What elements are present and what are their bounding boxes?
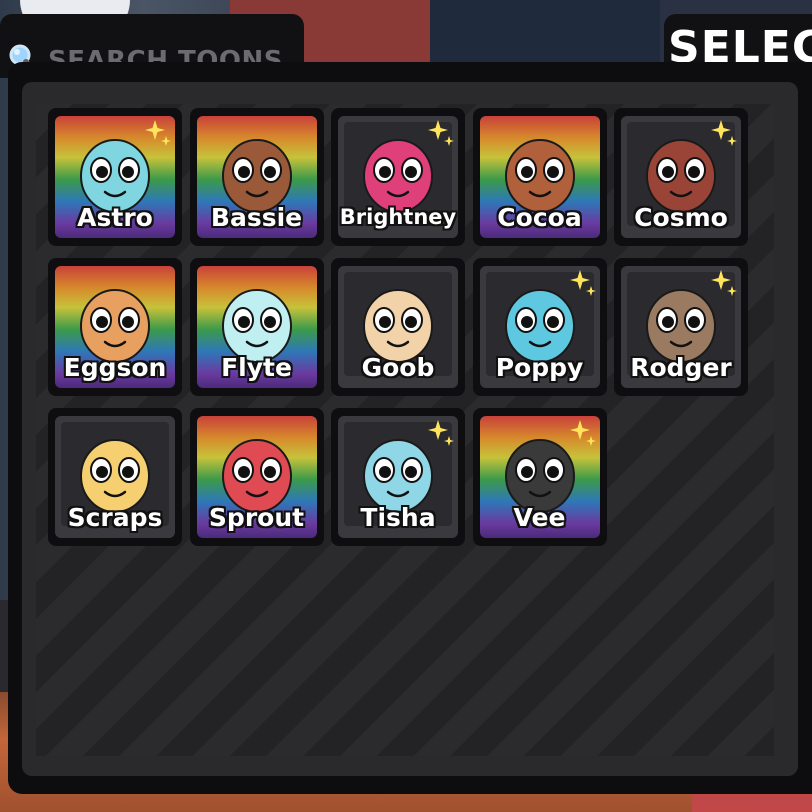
- toon-card-background: Brightney: [338, 116, 458, 238]
- toon-card-background: Scraps: [55, 416, 175, 538]
- toon-name: Poppy: [495, 353, 584, 382]
- toon-card-background: Tisha: [338, 416, 458, 538]
- sparkle-icon: [428, 420, 454, 446]
- toon-card-brightney[interactable]: Brightney: [331, 108, 465, 246]
- toon-card-cocoa[interactable]: Cocoa: [472, 108, 607, 246]
- sparkle-icon: [569, 270, 596, 296]
- panel-inner: Astro Bassie Brightney Cocoa Cosmo Eggson Flyt…: [22, 82, 798, 776]
- toon-name: Brightney: [339, 205, 457, 229]
- toon-name: Goob: [361, 353, 435, 382]
- sparkle-icon: [711, 120, 737, 146]
- toon-select-panel: Astro Bassie Brightney Cocoa Cosmo Eggson Flyt…: [8, 62, 812, 794]
- background-wall: [430, 0, 670, 70]
- toon-name: Rodger: [630, 353, 732, 382]
- toon-card-background: Eggson: [55, 266, 175, 388]
- toon-name: Eggson: [63, 353, 167, 382]
- toon-card-rodger[interactable]: Rodger: [614, 258, 748, 396]
- toon-name: Tisha: [360, 503, 436, 532]
- toon-card-background: Flyte: [196, 266, 317, 388]
- toon-card-tisha[interactable]: Tisha: [331, 408, 465, 546]
- toon-card-background: Vee: [479, 416, 600, 538]
- toon-name: Sprout: [208, 503, 305, 532]
- toon-name: Vee: [513, 503, 566, 532]
- toon-card-vee[interactable]: Vee: [472, 408, 607, 546]
- toon-card-background: Rodger: [621, 266, 741, 388]
- toon-card-sprout[interactable]: Sprout: [189, 408, 324, 546]
- toon-grid[interactable]: Astro Bassie Brightney Cocoa Cosmo Eggson Flyt…: [36, 104, 774, 756]
- toon-name: Bassie: [210, 203, 303, 232]
- toon-card-cosmo[interactable]: Cosmo: [614, 108, 748, 246]
- toon-card-poppy[interactable]: Poppy: [472, 258, 607, 396]
- toon-card-background: Goob: [338, 266, 458, 388]
- sparkle-icon: [569, 420, 596, 446]
- toon-card-background: Cocoa: [479, 116, 600, 238]
- toon-card-background: Bassie: [196, 116, 317, 238]
- toon-card-flyte[interactable]: Flyte: [189, 258, 324, 396]
- toon-card-background: Poppy: [479, 266, 600, 388]
- toon-name: Flyte: [221, 353, 292, 382]
- toon-card-background: Astro: [55, 116, 175, 238]
- sparkle-icon: [428, 120, 454, 146]
- sparkle-icon: [145, 120, 171, 146]
- toon-card-bassie[interactable]: Bassie: [189, 108, 324, 246]
- toon-name: Cosmo: [634, 203, 728, 232]
- toon-card-background: Sprout: [196, 416, 317, 538]
- toon-name: Scraps: [67, 503, 163, 532]
- toon-card-scraps[interactable]: Scraps: [48, 408, 182, 546]
- toon-name: Cocoa: [497, 203, 582, 232]
- sparkle-icon: [711, 270, 737, 296]
- toon-card-goob[interactable]: Goob: [331, 258, 465, 396]
- toon-card-eggson[interactable]: Eggson: [48, 258, 182, 396]
- toon-card-astro[interactable]: Astro: [48, 108, 182, 246]
- toon-card-background: Cosmo: [621, 116, 741, 238]
- toon-name: Astro: [77, 203, 153, 232]
